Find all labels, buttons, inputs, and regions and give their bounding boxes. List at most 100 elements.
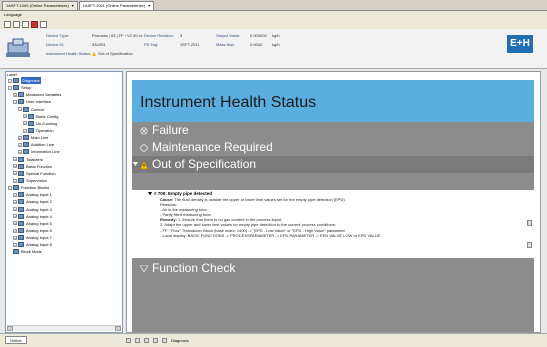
tree-node-label: Basic Function: [26, 163, 53, 169]
scroll-right-arrow[interactable]: [115, 326, 121, 331]
tree-node[interactable]: + Special Function: [6, 170, 122, 177]
tree-node[interactable]: + Addition Line: [6, 141, 122, 148]
tree-node[interactable]: + Un-/Locking: [6, 120, 122, 127]
menu-bar: Language: [0, 11, 547, 19]
mass-flow-unit: kg/h: [272, 42, 280, 47]
toolbar-button[interactable]: [135, 338, 140, 343]
folder-icon: [18, 163, 24, 169]
tree-node[interactable]: + Operation: [6, 127, 122, 134]
expand-icon[interactable]: +: [13, 192, 17, 197]
folder-icon: [18, 235, 24, 241]
tree-node[interactable]: + Analog Input 1: [6, 191, 122, 198]
category-maintenance-required[interactable]: Maintenance Required: [132, 139, 534, 156]
tree-node[interactable]: + Information Line: [6, 148, 122, 155]
health-status-value: Out of Specification: [92, 49, 212, 58]
tree-node[interactable]: + Supervision: [6, 177, 122, 184]
device-type-value: Promass | 83 | FF / V2.00.xx: [92, 33, 143, 38]
expand-icon[interactable]: +: [13, 171, 17, 176]
expand-icon[interactable]: +: [13, 242, 17, 247]
toolbar-button-3[interactable]: [22, 20, 29, 28]
toolbar-button[interactable]: [153, 338, 158, 343]
tree-node[interactable]: + Analog Input 8: [6, 241, 122, 248]
expand-icon[interactable]: +: [23, 114, 27, 119]
tree-node[interactable]: + Analog Input 6: [6, 227, 122, 234]
tree-node[interactable]: - Setup: [6, 84, 122, 91]
detail-scrollbar[interactable]: [527, 220, 532, 254]
toolbar-button-1[interactable]: [4, 20, 11, 28]
scroll-up-arrow[interactable]: [527, 220, 532, 226]
tree-node[interactable]: - Diagnosis: [6, 77, 122, 85]
tab-dropdown-icon[interactable]: ▾: [72, 2, 74, 10]
navigation-tree-panel: Label - Diagnosis - Setup + Measured Variable…: [5, 71, 123, 333]
toolbar-button[interactable]: [144, 338, 149, 343]
tree-node[interactable]: - Function Blocks: [6, 184, 122, 191]
collapse-icon[interactable]: -: [18, 107, 22, 112]
tab-1asft-2011[interactable]: 1ASFT-2011 (Online Parameterize) ▾: [78, 1, 155, 10]
device-info-row: Device Type: Promass | 83 | FF / V2.00.x…: [46, 31, 286, 40]
expand-icon[interactable]: +: [13, 221, 17, 226]
tree-horizontal-scrollbar[interactable]: [7, 325, 121, 331]
expand-icon[interactable]: +: [13, 199, 17, 204]
expand-icon[interactable]: +: [13, 228, 17, 233]
menu-language[interactable]: Language: [4, 12, 22, 17]
folder-icon: [18, 156, 24, 162]
page-title: Instrument Health Status: [140, 94, 317, 111]
tree-node[interactable]: Block Mode: [6, 248, 122, 255]
tree-node-label: Addition Line: [31, 142, 55, 148]
scroll-down-arrow[interactable]: [527, 242, 532, 248]
tree-node[interactable]: + Main Line: [6, 134, 122, 141]
tree-node[interactable]: + Measured Variables: [6, 91, 122, 98]
collapse-icon[interactable]: -: [8, 185, 12, 190]
category-failure[interactable]: Failure: [132, 122, 534, 139]
tree-node[interactable]: + Totalizers: [6, 156, 122, 163]
diagnostic-body: Cause: The fluid density is outside the …: [160, 197, 520, 238]
tree-node[interactable]: - User Interface: [6, 98, 122, 105]
tree-node[interactable]: + Analog Input 2: [6, 198, 122, 205]
folder-icon: [23, 135, 29, 141]
expand-icon[interactable]: +: [13, 92, 17, 97]
tree-node-label: Function Blocks: [21, 185, 50, 191]
collapse-icon[interactable]: -: [8, 85, 12, 90]
toolbar-button[interactable]: [162, 338, 167, 343]
tree-node[interactable]: + Analog Input 7: [6, 234, 122, 241]
category-label: Function Check: [152, 261, 236, 275]
collapse-icon[interactable]: -: [13, 99, 17, 104]
folder-icon: [18, 178, 24, 184]
category-out-of-specification[interactable]: Out of Specification: [132, 156, 534, 173]
function-check-icon: [140, 265, 148, 273]
folder-icon: [23, 106, 29, 112]
category-function-check[interactable]: Function Check: [132, 260, 534, 277]
expand-icon[interactable]: +: [23, 128, 27, 133]
tree-node[interactable]: + Analog Input 5: [6, 220, 122, 227]
expand-icon[interactable]: +: [13, 178, 17, 183]
online-status[interactable]: Online: [5, 336, 27, 344]
tree-node-label: Diagnosis: [21, 77, 41, 85]
help-icon[interactable]: [40, 20, 47, 28]
toolbar-button[interactable]: [126, 338, 131, 343]
tree-node[interactable]: + Basic Config: [6, 113, 122, 120]
tree-node[interactable]: + Analog Input 4: [6, 213, 122, 220]
expand-icon[interactable]: +: [18, 135, 22, 140]
expand-icon[interactable]: +: [13, 207, 17, 212]
folder-icon: [18, 228, 24, 234]
expand-icon[interactable]: +: [13, 157, 17, 162]
tab-dropdown-icon[interactable]: ▾: [148, 2, 150, 10]
folder-icon: [13, 185, 19, 191]
tree-node-label: Analog Input 2: [26, 199, 52, 205]
tree-node[interactable]: + Analog Input 3: [6, 206, 122, 213]
status-bar: Online Diagnosis: [0, 333, 547, 347]
tree-node[interactable]: - Control: [6, 106, 122, 113]
collapse-icon[interactable]: -: [8, 78, 12, 83]
tab-1asft-1000[interactable]: 1ASFT-1000 (Online Parameterize) ▾: [2, 1, 78, 10]
stop-icon[interactable]: [31, 20, 38, 28]
toolbar-button-2[interactable]: [13, 20, 20, 28]
expand-icon[interactable]: +: [13, 214, 17, 219]
expand-icon[interactable]: +: [18, 142, 22, 147]
expand-icon[interactable]: +: [23, 121, 27, 126]
expand-icon[interactable]: +: [18, 149, 22, 154]
scroll-left-arrow[interactable]: [7, 326, 13, 331]
tree-node[interactable]: + Basic Function: [6, 163, 122, 170]
expand-icon[interactable]: +: [13, 164, 17, 169]
expand-icon[interactable]: +: [13, 235, 17, 240]
